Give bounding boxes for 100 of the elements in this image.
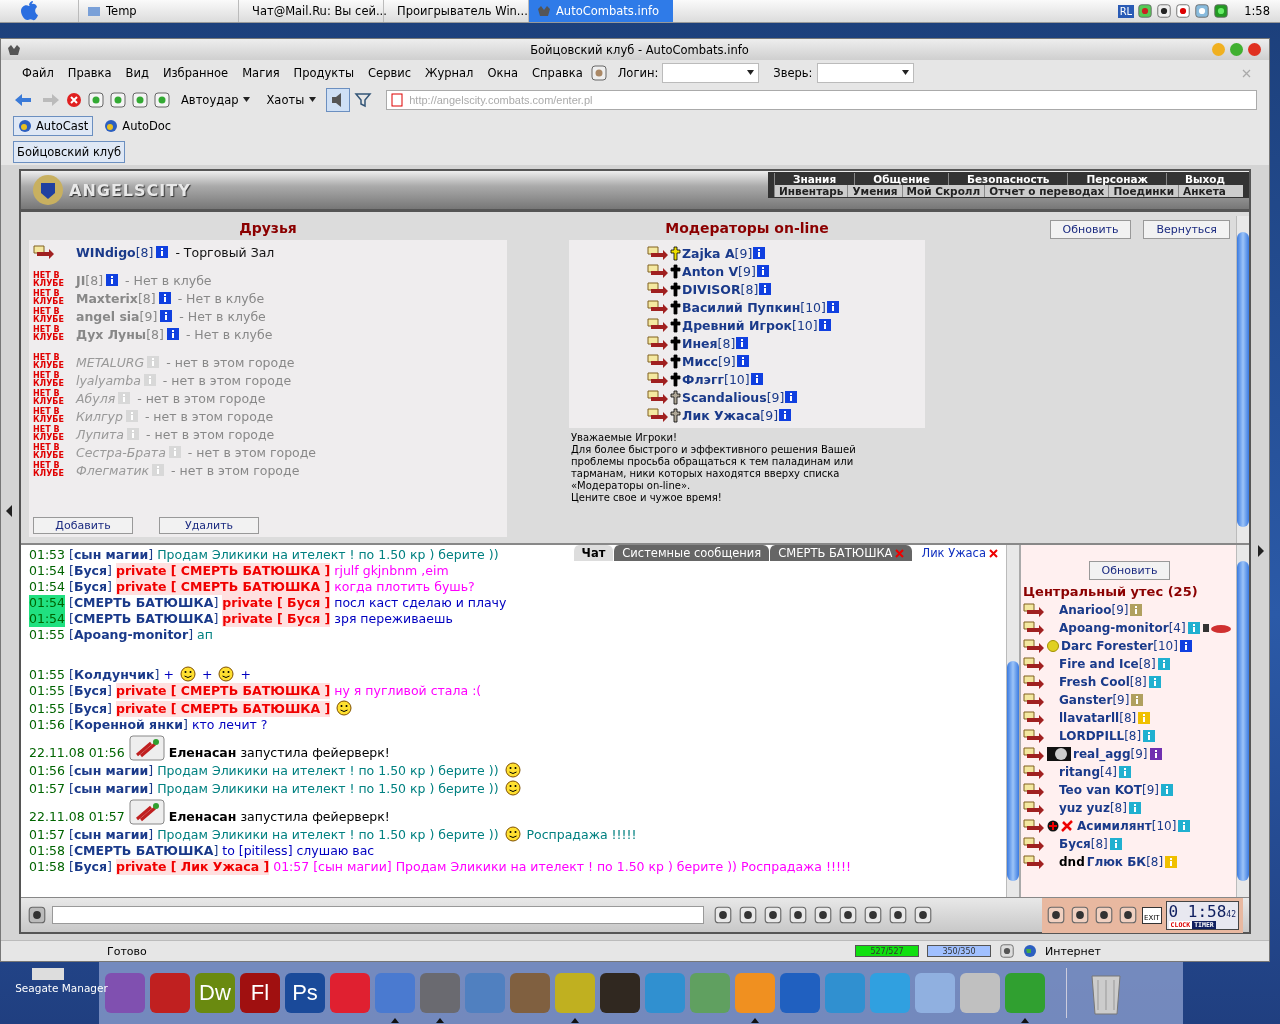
envelope-arrow-icon[interactable]	[647, 264, 669, 278]
envelope-arrow-icon[interactable]	[1023, 801, 1045, 815]
envelope-arrow-icon[interactable]	[1023, 657, 1045, 671]
sender-name[interactable]: [Буся]	[69, 859, 112, 875]
app-icon[interactable]: Ps	[285, 973, 325, 1013]
sender-name[interactable]: [СМЕРТЬ БАТЮШКА]	[69, 611, 219, 627]
desktop-icon-label[interactable]: Seagate Manager	[15, 982, 108, 994]
user-name[interactable]: ritang[4]	[1059, 765, 1117, 779]
info-icon[interactable]	[1179, 640, 1192, 652]
user-name[interactable]: Apoang-monitor[4]	[1059, 621, 1186, 635]
sender-name[interactable]: [Буся]	[69, 701, 112, 717]
friend-name[interactable]: WINdigo[8]	[76, 244, 154, 260]
envelope-arrow-icon[interactable]	[33, 245, 55, 259]
moderator-name[interactable]: Инея[8]	[682, 335, 736, 351]
info-icon[interactable]	[158, 292, 171, 304]
user-name[interactable]: Fresh Cool[8]	[1059, 675, 1147, 689]
moderator-name[interactable]: Лик Ужаса[9]	[682, 407, 779, 423]
envelope-arrow-icon[interactable]	[1023, 747, 1045, 761]
nav-link[interactable]: Инвентарь	[774, 185, 848, 197]
private-tag[interactable]: private [ СМЕРТЬ БАТЮШКА ]	[115, 563, 331, 579]
nav-link[interactable]: Отчет о переводах	[984, 185, 1109, 197]
moderator-name[interactable]: Флэгг[10]	[682, 371, 750, 387]
info-icon[interactable]	[753, 247, 766, 259]
envelope-arrow-icon[interactable]	[647, 246, 669, 260]
envelope-arrow-icon[interactable]	[1023, 819, 1045, 833]
taskbar-button[interactable]: AutoCombats.info	[528, 0, 673, 22]
nav-link[interactable]: Умения	[847, 185, 902, 197]
private-tag[interactable]: private [ СМЕРТЬ БАТЮШКА ]	[115, 683, 331, 699]
envelope-arrow-icon[interactable]	[647, 354, 669, 368]
friends-button[interactable]: Добавить	[33, 517, 133, 534]
envelope-arrow-icon[interactable]	[647, 300, 669, 314]
envelope-arrow-icon[interactable]	[647, 390, 669, 404]
user-name[interactable]: Ganster[9]	[1059, 693, 1130, 707]
moderator-name[interactable]: Zajka A[9]	[682, 245, 753, 261]
collapse-arrow-icon[interactable]	[6, 505, 12, 517]
user-name[interactable]: yuz yuz[8]	[1059, 801, 1127, 815]
scrollbar[interactable]	[1006, 545, 1019, 897]
info-icon[interactable]	[785, 391, 798, 403]
envelope-arrow-icon[interactable]	[647, 336, 669, 350]
private-tag[interactable]: private [ СМЕРТЬ БАТЮШКА ]	[115, 701, 331, 717]
sender-name[interactable]: [Apoang-monitor]	[69, 627, 193, 643]
language-indicator[interactable]: RL	[1117, 4, 1135, 18]
envelope-arrow-icon[interactable]	[647, 282, 669, 296]
user-name[interactable]: llavatarll[8]	[1059, 711, 1137, 725]
menu-item[interactable]: Продукты	[286, 66, 362, 80]
sender-name[interactable]: [Буся]	[69, 563, 112, 579]
menu-item[interactable]: Правка	[60, 66, 119, 80]
speaker-icon[interactable]	[326, 87, 351, 112]
app-icon[interactable]: Fl	[240, 973, 280, 1013]
caret-icon[interactable]	[243, 97, 251, 102]
sender-name[interactable]: [СМЕРТЬ БАТЮШКА]	[69, 595, 219, 611]
sender-name[interactable]: [сын магии]	[69, 827, 154, 843]
info-icon[interactable]	[759, 283, 772, 295]
apple-icon[interactable]	[20, 1, 38, 21]
info-icon[interactable]	[156, 246, 169, 258]
menu-item[interactable]: Вид	[118, 66, 156, 80]
moderator-name[interactable]: Василий Пупкин[10]	[682, 299, 826, 315]
sender-name[interactable]: [сын магии]	[69, 781, 154, 797]
chat-tab[interactable]: Чат	[572, 545, 614, 561]
moderator-name[interactable]: Anton V[9]	[682, 263, 756, 279]
info-icon[interactable]	[736, 355, 749, 367]
caret-icon[interactable]	[747, 70, 755, 75]
envelope-arrow-icon[interactable]	[1023, 621, 1045, 635]
info-icon[interactable]	[756, 265, 769, 277]
user-name[interactable]: Асимилянт[10]	[1077, 819, 1177, 833]
info-icon[interactable]	[736, 337, 749, 349]
user-name[interactable]: Darc Forester[10]	[1061, 639, 1178, 653]
envelope-arrow-icon[interactable]	[1023, 837, 1045, 851]
info-icon[interactable]	[750, 373, 763, 385]
moderator-name[interactable]: Мисс[9]	[682, 353, 736, 369]
info-icon[interactable]	[106, 274, 119, 286]
sender-name[interactable]: [СМЕРТЬ БАТЮШКА]	[69, 843, 219, 859]
info-icon[interactable]	[160, 310, 173, 322]
chat-input[interactable]	[52, 906, 704, 924]
close-button[interactable]	[1248, 43, 1261, 56]
private-tag[interactable]: private [ СМЕРТЬ БАТЮШКА ]	[115, 579, 331, 595]
app-icon[interactable]: Dw	[195, 973, 235, 1013]
sender-name[interactable]: [сын магии]	[69, 763, 154, 779]
user-name[interactable]: Fire and Ice[8]	[1059, 657, 1156, 671]
envelope-arrow-icon[interactable]	[1023, 639, 1045, 653]
user-name[interactable]: Teo van KOT[9]	[1059, 783, 1159, 797]
sender-name[interactable]: [Колдунчик]	[69, 667, 160, 683]
info-icon[interactable]	[166, 328, 179, 340]
menu-item[interactable]: Журнал	[418, 66, 481, 80]
menu-item[interactable]: Избранное	[155, 66, 236, 80]
page-button[interactable]: Вернуться	[1143, 220, 1230, 239]
sender-name[interactable]: [Буся]	[69, 683, 112, 699]
menu-item[interactable]: Справка	[525, 66, 590, 80]
user-name[interactable]: Anarioo[9]	[1059, 603, 1129, 617]
envelope-arrow-icon[interactable]	[1023, 765, 1045, 779]
envelope-arrow-icon[interactable]	[647, 372, 669, 386]
page-button[interactable]: Обновить	[1049, 220, 1132, 239]
envelope-arrow-icon[interactable]	[1023, 783, 1045, 797]
envelope-arrow-icon[interactable]	[1023, 855, 1045, 869]
info-icon[interactable]	[826, 301, 839, 313]
nav-link[interactable]: Анкета	[1178, 185, 1230, 197]
nav-link[interactable]: Мой Скролл	[901, 185, 985, 197]
page-tab[interactable]: Бойцовский клуб	[13, 141, 126, 163]
info-icon[interactable]	[779, 409, 792, 421]
friends-button[interactable]: Удалить	[159, 517, 259, 534]
